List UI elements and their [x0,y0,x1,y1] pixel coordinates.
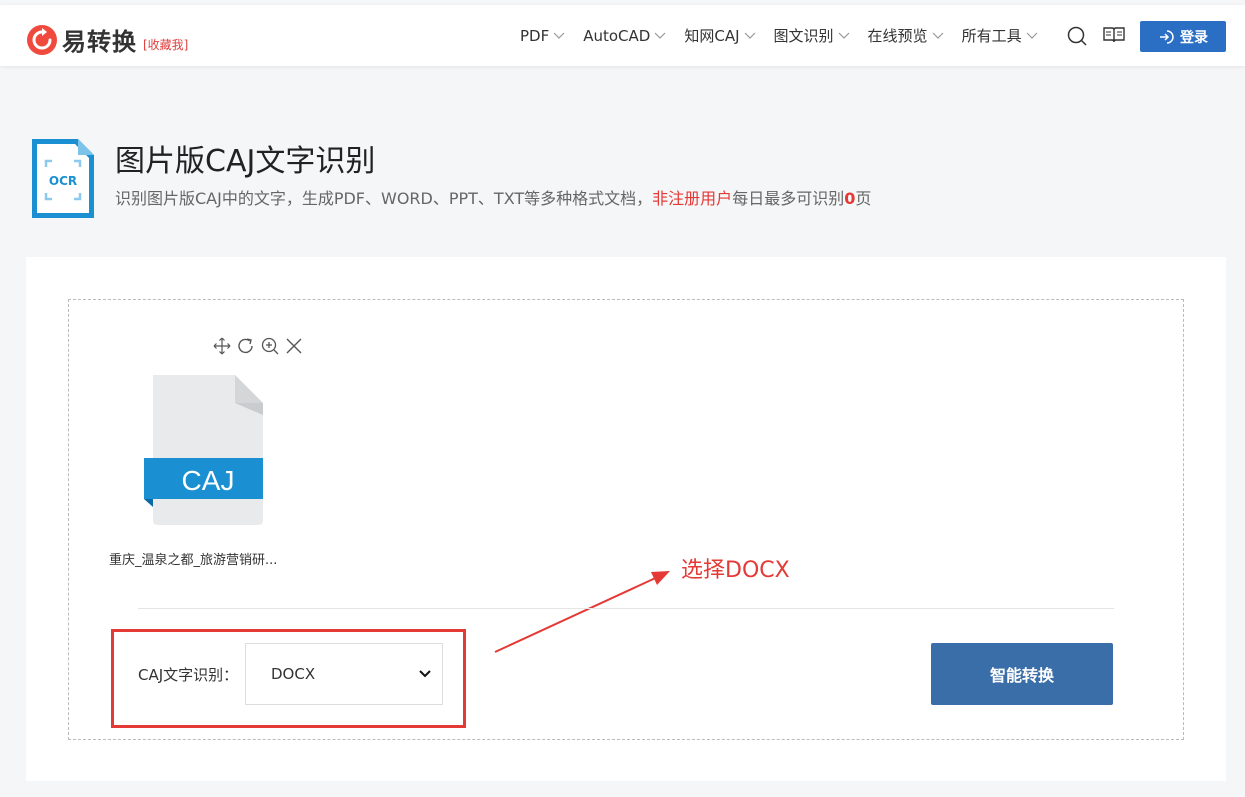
nav-item-autocad[interactable]: AutoCAD [583,27,666,45]
close-icon[interactable] [284,336,304,360]
chevron-down-icon [1026,32,1038,39]
desc-highlight: 非注册用户 [652,189,733,208]
nav-item-preview[interactable]: 在线预览 [868,25,944,46]
logo-icon [27,24,57,55]
desc-prefix: 识别图片版CAJ中的文字，生成PDF、WORD、PPT、TXT等多种格式文档， [115,189,653,208]
login-label: 登录 [1180,29,1208,46]
login-button[interactable]: 登录 [1140,21,1226,52]
site-header: 易转换 [收藏我] PDF AutoCAD 知网CAJ 图文识别 在线预览 所有… [0,5,1245,66]
nav-label: 图文识别 [773,27,834,45]
chevron-down-icon [744,32,755,39]
logo-text: 易转换 [62,28,137,56]
favorite-link[interactable]: [收藏我] [143,36,188,53]
page-description: 识别图片版CAJ中的文字，生成PDF、WORD、PPT、TXT等多种格式文档，非… [115,185,871,209]
caj-file-icon: CAJ [144,375,264,531]
chevron-down-icon [419,670,431,678]
annotation-text: 选择DOCX [681,558,790,583]
rotate-icon[interactable] [236,336,256,360]
nav-label: AutoCAD [583,26,651,45]
ocr-icon-text: OCR [49,174,77,188]
nav-item-pdf[interactable]: PDF [520,27,565,45]
book-icon[interactable] [1103,25,1125,49]
desc-suffix: 页 [855,189,872,208]
file-name: 重庆_温泉之都_旅游营销研... [109,553,278,568]
output-format-select[interactable]: DOCX [245,643,443,705]
format-select-value: DOCX [271,665,316,683]
format-label: CAJ文字识别： [138,666,239,684]
nav-item-ocr[interactable]: 图文识别 [774,25,850,46]
nav-label: 所有工具 [961,27,1022,45]
divider [138,608,1114,609]
nav-item-caj[interactable]: 知网CAJ [684,25,755,46]
nav-label: 知网CAJ [684,27,740,45]
nav-label: 在线预览 [867,27,928,45]
page-title: 图片版CAJ文字识别 [115,144,376,179]
convert-button[interactable]: 智能转换 [931,643,1113,705]
ocr-icon: OCR [28,137,96,224]
chevron-down-icon [654,32,666,39]
file-type-label: CAJ [182,465,235,496]
search-icon[interactable] [1066,25,1088,51]
login-icon [1160,29,1174,44]
file-tools [212,336,308,360]
desc-mid: 每日最多可识别 [732,189,845,208]
zoom-in-icon[interactable] [260,336,280,360]
move-icon[interactable] [212,336,232,360]
desc-count: 0 [844,189,856,208]
chevron-down-icon [553,32,565,39]
nav-label: PDF [520,26,550,45]
main-nav: PDF AutoCAD 知网CAJ 图文识别 在线预览 所有工具 [520,5,1056,66]
nav-item-all-tools[interactable]: 所有工具 [962,25,1038,46]
site-logo[interactable]: 易转换 [收藏我] [27,22,188,57]
chevron-down-icon [838,32,849,39]
chevron-down-icon [932,32,943,39]
